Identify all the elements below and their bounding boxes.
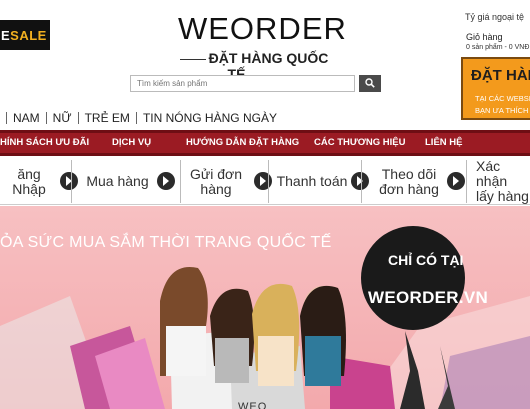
search-button[interactable]	[359, 75, 381, 92]
step-label: Theo dõi đơn hàng	[379, 165, 439, 197]
step-label: Mua hàng	[86, 173, 149, 189]
step-divider	[180, 160, 181, 203]
step-track[interactable]: Theo dõi đơn hàng	[372, 158, 446, 205]
promo-line-2: BẠN ƯA THÍCH	[475, 106, 529, 115]
step-line-2: lấy hàng	[476, 188, 529, 204]
step-label: Xác nhận lấy hàng	[470, 159, 530, 204]
search-input[interactable]	[130, 75, 355, 92]
step-label: Gửi đơn hàng	[189, 165, 242, 197]
step-confirm[interactable]: Xác nhận lấy hàng	[470, 158, 530, 205]
promo-headline: ĐẶT HÀNG	[471, 67, 530, 84]
step-divider	[268, 160, 269, 203]
menu-item-uu-dai[interactable]: HÍNH SÁCH ƯU ĐÃI	[0, 137, 89, 148]
site-header: ESALE WEORDER ĐẶT HÀNG QUỐC TẾ Tỷ giá ng…	[0, 0, 530, 120]
search-icon	[365, 78, 375, 88]
menu-item-thuong-hieu[interactable]: CÁC THƯƠNG HIỆU	[314, 137, 405, 148]
cart-title[interactable]: Giỏ hàng	[466, 32, 503, 42]
step-line-1: Xác nhận	[476, 158, 508, 189]
nav-separator	[6, 112, 7, 124]
step-divider	[71, 160, 72, 203]
step-divider	[361, 160, 362, 203]
order-steps: ăng Nhập Mua hàng Gửi đơn hàng Thanh toá…	[0, 158, 530, 205]
step-send-order[interactable]: Gửi đơn hàng	[182, 158, 250, 205]
tagline-line-left	[179, 58, 206, 60]
nav-item-nu[interactable]: NỮ	[53, 111, 72, 125]
sale-logo-sale: SALE	[10, 27, 47, 43]
step-line-2: hàng	[200, 180, 232, 197]
cart-summary: 0 sản phẩm - 0 VNĐ	[466, 44, 530, 51]
banner-slogan: ỎA SỨC MUA SẮM THỜI TRANG QUỐC TẾ	[0, 234, 332, 251]
step-line-1: Gửi đơn	[189, 165, 242, 182]
nav-separator	[45, 112, 47, 124]
badge-main-text: WEORDER.VN	[368, 288, 489, 307]
arrow-right-icon	[157, 172, 175, 190]
nav-item-tin-nong[interactable]: TIN NÓNG HÀNG NGÀY	[143, 111, 277, 125]
badge-top-text: CHỈ CÓ TẠI	[388, 252, 464, 268]
hero-banner[interactable]: ỎA SỨC MUA SẮM THỜI TRANG QUỐC TẾ CHỈ CÓ…	[0, 206, 530, 409]
brand-logo[interactable]: WEORDER	[178, 11, 346, 47]
step-line-2: đơn hàng	[379, 180, 439, 197]
menu-item-lien-he[interactable]: LIÊN HỆ	[425, 137, 462, 148]
step-label: ăng Nhập	[12, 165, 46, 197]
step-line-1: Theo dõi	[381, 165, 437, 182]
arrow-right-icon	[60, 172, 78, 190]
step-label: Thanh toán	[276, 173, 348, 189]
step-buy[interactable]: Mua hàng	[80, 158, 155, 205]
nav-item-nam[interactable]: NAM	[13, 111, 40, 125]
arrow-right-icon	[254, 172, 272, 190]
arrow-right-icon	[447, 172, 465, 190]
category-nav: NAM NỮ TRẺ EM TIN NÓNG HÀNG NGÀY	[0, 108, 460, 128]
sale-logo-e: E	[1, 27, 11, 43]
sale-logo[interactable]: E SALE	[0, 20, 50, 50]
order-promo-box[interactable]: ĐẶT HÀNG TẠI CÁC WEBSITE BẠN ƯA THÍCH	[461, 57, 530, 120]
nav-separator	[77, 112, 79, 124]
promo-line-1: TẠI CÁC WEBSITE	[475, 94, 530, 103]
arrow-right-icon	[351, 172, 369, 190]
bag-logo-text: WEO	[238, 401, 268, 409]
step-login[interactable]: ăng Nhập	[0, 158, 58, 205]
menu-item-dich-vu[interactable]: DỊCH VỤ	[112, 137, 151, 148]
exchange-rate-link[interactable]: Tỷ giá ngoại tệ	[465, 12, 524, 22]
main-menu: HÍNH SÁCH ƯU ĐÃI DỊCH VỤ HƯỚNG DẪN ĐẶT H…	[0, 130, 530, 156]
menu-item-huong-dan[interactable]: HƯỚNG DẪN ĐẶT HÀNG	[186, 137, 299, 148]
nav-item-tre-em[interactable]: TRẺ EM	[85, 111, 130, 125]
step-divider	[466, 160, 467, 203]
nav-separator	[135, 112, 137, 124]
step-payment[interactable]: Thanh toán	[274, 158, 350, 205]
